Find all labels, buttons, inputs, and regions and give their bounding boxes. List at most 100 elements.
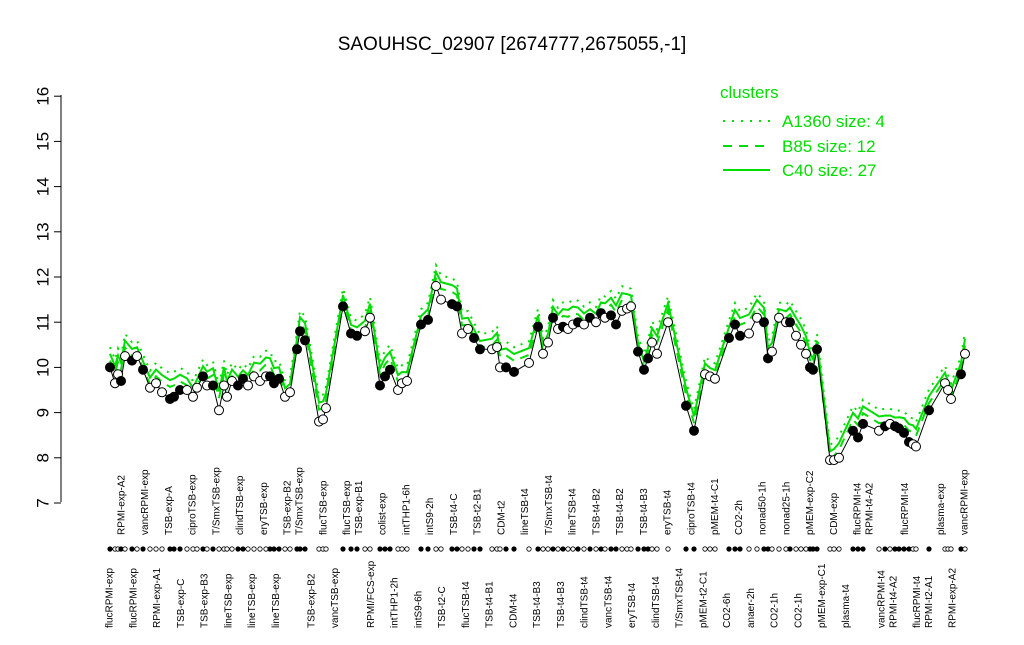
x-marker <box>691 546 697 552</box>
x-marker <box>535 546 541 552</box>
data-point <box>801 348 811 359</box>
y-tick-label: 11 <box>33 313 52 331</box>
data-point <box>452 301 462 312</box>
x-marker <box>184 546 190 552</box>
x-marker <box>122 546 128 552</box>
x-marker <box>550 546 556 552</box>
data-point <box>663 317 673 328</box>
x-marker <box>565 546 571 552</box>
x-marker <box>224 546 230 552</box>
x-marker <box>387 546 393 552</box>
legend-title: clusters <box>720 83 779 102</box>
x-marker <box>354 546 360 552</box>
data-point <box>295 326 305 337</box>
x-marker <box>593 546 599 552</box>
x-marker <box>628 546 634 552</box>
data-point <box>151 378 161 389</box>
data-point <box>436 294 446 305</box>
x-tick-label: TSB-t4-B2 <box>592 488 603 535</box>
x-marker <box>471 546 477 552</box>
x-tick-label: vancTSB-exp <box>330 568 341 628</box>
x-tick-label: lineTSB-exp <box>247 573 258 628</box>
cluster-lines <box>109 262 966 460</box>
data-point <box>138 364 148 375</box>
x-marker <box>251 546 257 552</box>
data-point <box>524 357 534 368</box>
x-marker <box>570 546 576 552</box>
data-point <box>132 351 142 362</box>
x-marker <box>147 546 153 552</box>
x-tick-label: clindTSB-t4 <box>580 576 591 628</box>
x-marker <box>776 546 782 552</box>
x-tick-label: flucRPMI-t4 <box>853 482 864 535</box>
y-tick-label: 10 <box>33 358 52 377</box>
x-marker <box>836 546 842 552</box>
cluster-line-a1360 <box>109 262 966 447</box>
legend-label-a1360: A1360 size: 4 <box>782 112 885 131</box>
x-marker <box>545 546 551 552</box>
x-tick-label: RPMI-t4-A2 <box>865 482 876 535</box>
data-point <box>943 385 953 395</box>
x-marker <box>540 546 546 552</box>
x-tick-label: TSB-exp-A <box>164 486 175 535</box>
x-marker <box>702 546 708 552</box>
data-point <box>365 312 375 323</box>
y-tick-label: 15 <box>33 132 52 151</box>
x-tick-label: CO2-1h <box>793 593 804 628</box>
x-tick-label: TSB-t2-C <box>437 586 448 628</box>
x-marker <box>240 546 246 552</box>
data-point <box>105 362 115 373</box>
x-tick-label: TSB-t4-C <box>449 493 460 535</box>
x-marker <box>754 546 760 552</box>
x-tick-label: pMEM-t4-C1 <box>710 478 721 535</box>
data-point <box>208 380 218 391</box>
x-tick-label: clindTSB-exp <box>235 475 246 535</box>
x-tick-label: nonad25-1h <box>782 482 793 535</box>
x-marker <box>526 546 532 552</box>
data-point <box>300 335 310 346</box>
x-marker <box>850 546 856 552</box>
x-marker <box>887 546 893 552</box>
x-marker <box>404 546 410 552</box>
data-point <box>274 373 284 384</box>
x-marker <box>613 546 619 552</box>
x-tick-label: plasma-exp <box>936 483 947 535</box>
data-point <box>318 414 328 425</box>
data-point <box>812 344 822 355</box>
x-marker <box>348 546 354 552</box>
x-tick-label: lineTSB-t4 <box>568 488 579 535</box>
x-marker <box>177 546 183 552</box>
data-point <box>157 387 167 398</box>
x-marker <box>140 546 146 552</box>
x-tick-label: flucTSB-exp <box>318 480 329 535</box>
x-marker <box>619 546 625 552</box>
x-tick-label: TSB-exp-B2 <box>307 573 318 628</box>
data-point <box>431 281 441 291</box>
x-marker <box>382 546 388 552</box>
data-point <box>385 364 395 375</box>
x-marker <box>159 546 165 552</box>
x-tick-label: lineTSB-exp <box>223 573 234 628</box>
x-tick-label: TSB-t4-B3 <box>532 581 543 628</box>
x-marker <box>896 546 902 552</box>
x-tick-label: pMEM-t2-C1 <box>698 571 709 628</box>
x-marker <box>477 546 483 552</box>
y-tick-label: 7 <box>33 498 52 507</box>
x-marker <box>926 546 932 552</box>
x-marker <box>171 546 177 552</box>
x-marker <box>276 546 282 552</box>
x-tick-label: eryTSB-exp <box>259 482 270 535</box>
data-point <box>956 369 966 380</box>
y-tick-label: 8 <box>33 453 52 462</box>
x-tick-label: intS9-2h <box>425 498 436 535</box>
x-marker <box>948 546 954 552</box>
x-marker <box>271 546 277 552</box>
data-point <box>285 387 295 398</box>
x-marker <box>367 546 373 552</box>
x-marker <box>737 546 743 552</box>
chart-container: SAOUHSC_02907 [2674777,2675055,-1] 7 8 9 10… <box>0 0 1024 640</box>
x-tick-label: RPMI-t2-A1 <box>924 575 935 628</box>
data-point <box>808 364 818 375</box>
x-tick-label: ciproTSB-t4 <box>687 482 698 535</box>
x-tick-label: RPMI-exp-A2 <box>117 475 128 535</box>
